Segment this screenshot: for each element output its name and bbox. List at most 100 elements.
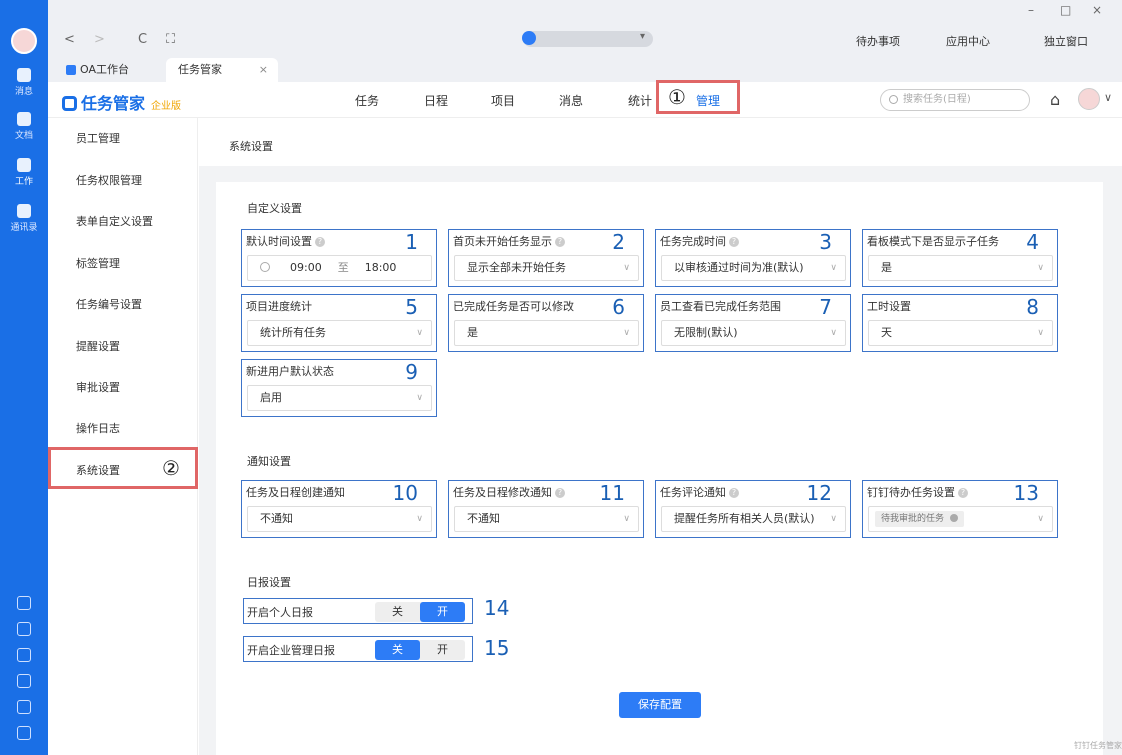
help-icon[interactable]: ? (555, 488, 565, 498)
sidebar-item-tags[interactable]: 标签管理 (76, 255, 120, 271)
save-button[interactable]: 保存配置 (619, 692, 701, 718)
chevron-down-icon: ∨ (623, 514, 630, 524)
section-title-notify: 通知设置 (247, 455, 291, 468)
setting-label: 员工查看已完成任务范围 (660, 300, 781, 313)
contacts-icon (17, 204, 31, 218)
calendar-icon[interactable] (17, 596, 31, 610)
callout-number: 3 (819, 230, 832, 254)
address-bar[interactable] (523, 31, 653, 47)
menu-schedule[interactable]: 日程 (424, 92, 448, 109)
rail-item-docs[interactable]: 文档 (0, 112, 48, 141)
help-icon[interactable]: ? (729, 237, 739, 247)
toggle-off-option[interactable]: 关 (375, 602, 420, 622)
setting-card-create-notify: 任务及日程创建通知 10 不通知 ∨ (241, 480, 437, 538)
select-home-unstarted[interactable]: 显示全部未开始任务 ∨ (454, 255, 639, 281)
sidebar-item-approval[interactable]: 审批设置 (76, 379, 120, 395)
sidebar-item-staff[interactable]: 员工管理 (76, 130, 120, 146)
toggle-switch[interactable]: 关 开 (375, 602, 465, 622)
callout-number: 1 (405, 230, 418, 254)
menu-stats[interactable]: 统计 (628, 92, 652, 109)
flash-icon[interactable] (17, 648, 31, 662)
chevron-down-icon[interactable]: ▾ (640, 31, 645, 42)
rail-item-message[interactable]: 消息 (0, 68, 48, 97)
app-center-link[interactable]: 应用中心 (946, 33, 990, 49)
search-input[interactable]: 搜索任务(日程) (880, 89, 1030, 111)
todo-link[interactable]: 待办事项 (856, 33, 900, 49)
sidebar-item-task-permissions[interactable]: 任务权限管理 (76, 172, 142, 188)
close-icon[interactable] (950, 514, 959, 522)
sidebar-item-reminders[interactable]: 提醒设置 (76, 338, 120, 354)
rail-item-contacts[interactable]: 通讯录 (0, 204, 48, 233)
select-modify-notify[interactable]: 不通知 ∨ (454, 506, 639, 532)
select-completed-editable[interactable]: 是 ∨ (454, 320, 639, 346)
multiselect-dingtalk-todo[interactable]: 待我审批的任务 ∨ (868, 506, 1053, 532)
setting-label: 任务完成时间? (660, 233, 739, 249)
menu-tasks[interactable]: 任务 (355, 92, 379, 109)
menu-messages[interactable]: 消息 (559, 92, 583, 109)
section-title-daily: 日报设置 (247, 576, 291, 589)
close-button[interactable]: × (1092, 3, 1102, 17)
sidebar-item-task-numbering[interactable]: 任务编号设置 (76, 296, 142, 312)
rail-item-work[interactable]: 工作 (0, 158, 48, 187)
maximize-button[interactable]: □ (1060, 3, 1071, 17)
home-icon[interactable]: ⌂ (1050, 90, 1060, 109)
callout-number: 14 (484, 596, 510, 620)
toggle-on-option[interactable]: 开 (420, 602, 465, 622)
callout-number: 8 (1026, 295, 1039, 319)
select-value: 是 (881, 261, 892, 274)
select-work-hours[interactable]: 天 ∨ (868, 320, 1053, 346)
select-comment-notify[interactable]: 提醒任务所有相关人员(默认) ∨ (661, 506, 846, 532)
select-view-scope[interactable]: 无限制(默认) ∨ (661, 320, 846, 346)
help-icon[interactable]: ? (555, 237, 565, 247)
setting-label: 工时设置 (867, 300, 911, 313)
select-value: 统计所有任务 (260, 326, 326, 339)
toggle-label: 开启企业管理日报 (247, 644, 335, 657)
end-time: 18:00 (364, 261, 397, 274)
breadcrumb: 系统设置 (199, 118, 1122, 166)
avatar[interactable] (1078, 88, 1100, 110)
sidebar-item-form-custom[interactable]: 表单自定义设置 (76, 213, 153, 229)
callout-number: 13 (1013, 481, 1039, 505)
menu-projects[interactable]: 项目 (491, 92, 515, 109)
select-completion-time[interactable]: 以审核通过时间为准(默认) ∨ (661, 255, 846, 281)
select-new-user-status[interactable]: 启用 ∨ (247, 385, 432, 411)
clock-icon (260, 262, 270, 272)
tab-task-manager[interactable]: 任务管家 × (166, 58, 278, 82)
help-icon[interactable]: ? (729, 488, 739, 498)
time-range-input[interactable]: 09:00 至 18:00 (247, 255, 432, 281)
forward-button[interactable]: > (94, 32, 105, 47)
tab-oa[interactable]: OA工作台 (66, 58, 164, 82)
help-icon[interactable]: ? (315, 237, 325, 247)
toggle-off-option[interactable]: 关 (375, 640, 420, 660)
chevron-down-icon: ∨ (416, 328, 423, 338)
oa-icon (66, 65, 76, 75)
select-value: 提醒任务所有相关人员(默认) (674, 512, 815, 525)
back-button[interactable]: < (64, 32, 75, 47)
setting-label: 任务及日程修改通知? (453, 484, 565, 500)
app-icon (522, 31, 536, 45)
fullscreen-button[interactable]: ⛶ (166, 32, 175, 47)
mail-icon[interactable] (17, 700, 31, 714)
chevron-down-icon: ∨ (623, 328, 630, 338)
settings-panel: 自定义设置 默认时间设置? 1 09:00 至 18:00 首页未开始任务显示? 2… (216, 182, 1103, 755)
settings-icon[interactable] (17, 726, 31, 740)
edition-badge: 企业版 (151, 101, 182, 112)
select-create-notify[interactable]: 不通知 ∨ (247, 506, 432, 532)
refresh-button[interactable]: C (138, 32, 147, 47)
setting-label: 新进用户默认状态 (246, 365, 334, 378)
sidebar-item-logs[interactable]: 操作日志 (76, 420, 120, 436)
select-project-progress[interactable]: 统计所有任务 ∨ (247, 320, 432, 346)
minimize-button[interactable]: – (1028, 3, 1034, 17)
tab-close-icon[interactable]: × (259, 58, 268, 82)
toggle-on-option[interactable]: 开 (420, 640, 465, 660)
chevron-down-icon[interactable]: ∨ (1104, 91, 1112, 104)
sidebar: 员工管理 任务权限管理 表单自定义设置 标签管理 任务编号设置 提醒设置 审批设… (48, 118, 198, 755)
user-avatar[interactable] (11, 28, 37, 54)
select-kanban-subtasks[interactable]: 是 ∨ (868, 255, 1053, 281)
toggle-switch[interactable]: 关 开 (375, 640, 465, 660)
standalone-window-link[interactable]: 独立窗口 (1044, 33, 1088, 49)
setting-label: 钉钉待办任务设置? (867, 484, 968, 500)
check-icon[interactable] (17, 622, 31, 636)
help-icon[interactable]: ? (958, 488, 968, 498)
phone-icon[interactable] (17, 674, 31, 688)
